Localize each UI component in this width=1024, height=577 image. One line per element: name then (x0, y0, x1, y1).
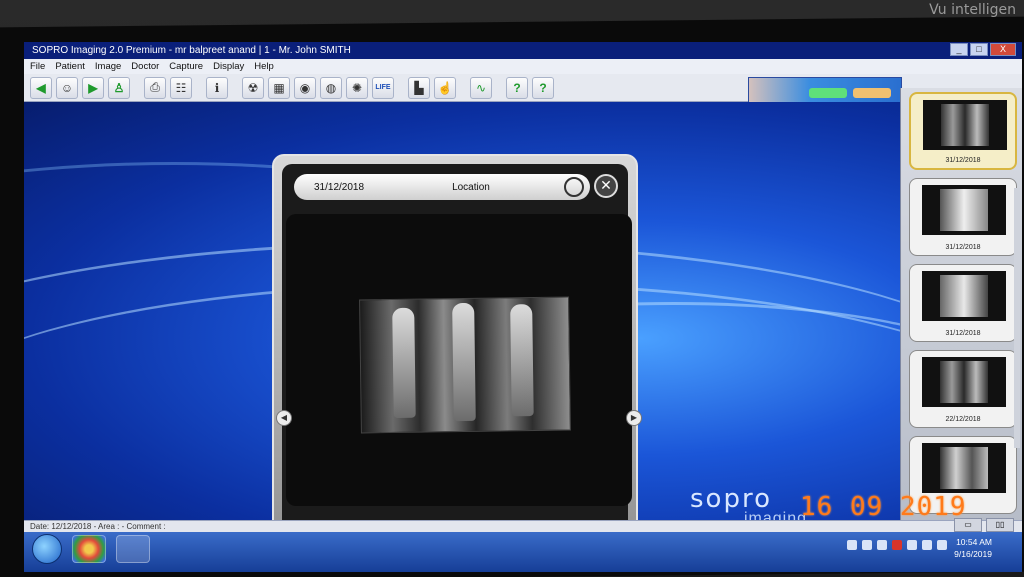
taskbar: 10:54 AM 9/16/2019 (24, 532, 1022, 572)
image-viewer-panel: 31/12/2018 Location ✕ ◀ ▶ (272, 154, 642, 532)
back-arrow-icon[interactable]: ◀ (30, 76, 52, 99)
menu-display[interactable]: Display (213, 59, 244, 74)
clock[interactable]: 10:54 AM 9/16/2019 (954, 536, 992, 560)
start-button[interactable] (32, 534, 62, 564)
patient-add-icon[interactable]: ♙ (108, 76, 130, 99)
close-window-button[interactable]: X (990, 43, 1016, 56)
thumbnail-date: 31/12/2018 (945, 157, 981, 164)
tray-icon[interactable] (892, 540, 902, 550)
title-bar: SOPRO Imaging 2.0 Premium - mr balpreet … (24, 42, 1022, 59)
clock-time: 10:54 AM (956, 537, 992, 547)
menu-file[interactable]: File (30, 59, 45, 74)
status-text: Date: 12/12/2018 - Area : - Comment : (30, 522, 166, 531)
volume-icon[interactable] (937, 540, 947, 550)
dual-view-button[interactable]: ▯▯ (986, 518, 1014, 532)
hand-select-icon[interactable]: ☝ (434, 76, 456, 99)
thumbnail-date: 31/12/2018 (945, 244, 981, 251)
comment-bubble-icon[interactable] (564, 177, 584, 197)
thumbnail-date: 31/12/2018 (945, 330, 981, 337)
thumbnail-image (922, 185, 1006, 235)
tray-icon[interactable] (877, 540, 887, 550)
sensor-ready-indicator (809, 88, 847, 98)
thumbnail-item[interactable]: 31/12/2018 (909, 178, 1017, 256)
image-date: 31/12/2018 (314, 181, 365, 193)
layout-icon[interactable]: ▦ (268, 76, 290, 99)
radiation-icon[interactable]: ☢ (242, 76, 264, 99)
staircase-icon[interactable]: ▙ (408, 76, 430, 99)
printer-icon[interactable]: ⎙ (144, 76, 166, 99)
network-icon[interactable] (922, 540, 932, 550)
tooth-root (510, 304, 534, 417)
toolbar: ◀ ☺ ▶ ♙ ⎙ ☷ ℹ ☢ ▦ ◉ ◍ ✺ LIFE ▙ ☝ ∿ ? ? (24, 74, 1022, 121)
thumbnail-image (922, 357, 1006, 407)
xray-display-area: ◀ ▶ (276, 214, 642, 506)
sensor-state-indicator (853, 88, 891, 98)
menu-help[interactable]: Help (254, 59, 274, 74)
previous-image-button[interactable]: ◀ (276, 410, 292, 426)
palette-icon[interactable]: ✺ (346, 76, 368, 99)
viewer-frame: 31/12/2018 Location ✕ ◀ ▶ (276, 164, 642, 532)
menu-bar: File Patient Image Doctor Capture Displa… (24, 59, 1022, 74)
sopro-app-icon[interactable] (116, 535, 150, 563)
menu-patient[interactable]: Patient (55, 59, 85, 74)
minimize-button[interactable]: _ (950, 43, 968, 56)
clock-date: 9/16/2019 (954, 549, 992, 559)
tooth-camera-icon[interactable]: ◉ (294, 76, 316, 99)
tooth-root (392, 307, 416, 419)
maximize-button[interactable]: □ (970, 43, 988, 56)
thumbnail-scrollbar[interactable] (1014, 188, 1020, 448)
next-image-button[interactable]: ▶ (626, 410, 642, 426)
help-life-icon[interactable]: ? (532, 76, 554, 99)
background-text: Vu intelligen (929, 2, 1016, 18)
patient-avatar-icon[interactable]: ☺ (56, 76, 78, 99)
thumbnail-image (922, 443, 1006, 493)
close-viewer-button[interactable]: ✕ (594, 174, 618, 198)
workspace-background: sopro imaging 31/12/2018 Location ✕ ◀ ▶ (24, 102, 904, 532)
forward-arrow-icon[interactable]: ▶ (82, 76, 104, 99)
dental-xray-image[interactable] (359, 296, 571, 434)
flag-icon[interactable] (907, 540, 917, 550)
menu-doctor[interactable]: Doctor (131, 59, 159, 74)
menu-image[interactable]: Image (95, 59, 121, 74)
image-info-pill: 31/12/2018 Location (294, 174, 590, 200)
tooth-root (452, 302, 476, 422)
photo-frame: Vu intelligen SOPRO Imaging 2.0 Premium … (0, 0, 1024, 577)
thumbnail-strip: 31/12/2018 31/12/2018 31/12/2018 22/12/2… (900, 88, 1022, 526)
waveform-icon[interactable]: ∿ (470, 76, 492, 99)
info-icon[interactable]: ℹ (206, 76, 228, 99)
help-icon[interactable]: ? (506, 76, 528, 99)
window-title: SOPRO Imaging 2.0 Premium - mr balpreet … (32, 45, 351, 56)
thumbnail-item[interactable]: 31/12/2018 (909, 92, 1017, 170)
camera-date-stamp: 16 09 2019 (800, 492, 967, 522)
tray-icon[interactable] (862, 540, 872, 550)
life-icon[interactable]: LIFE (372, 76, 394, 99)
window-controls: _ □ X (950, 43, 1016, 56)
chrome-icon[interactable] (72, 535, 106, 563)
thumbnail-item[interactable]: 22/12/2018 (909, 350, 1017, 428)
location-field[interactable]: Location (452, 182, 490, 193)
thumbnail-date: 22/12/2018 (945, 416, 981, 423)
thumbnail-image (922, 271, 1006, 321)
menu-capture[interactable]: Capture (169, 59, 203, 74)
tray-icon[interactable] (847, 540, 857, 550)
thumbnail-item[interactable]: 31/12/2018 (909, 264, 1017, 342)
thumbnail-image (923, 100, 1007, 150)
scanner-icon[interactable]: ☷ (170, 76, 192, 99)
intraoral-camera-icon[interactable]: ◍ (320, 76, 342, 99)
